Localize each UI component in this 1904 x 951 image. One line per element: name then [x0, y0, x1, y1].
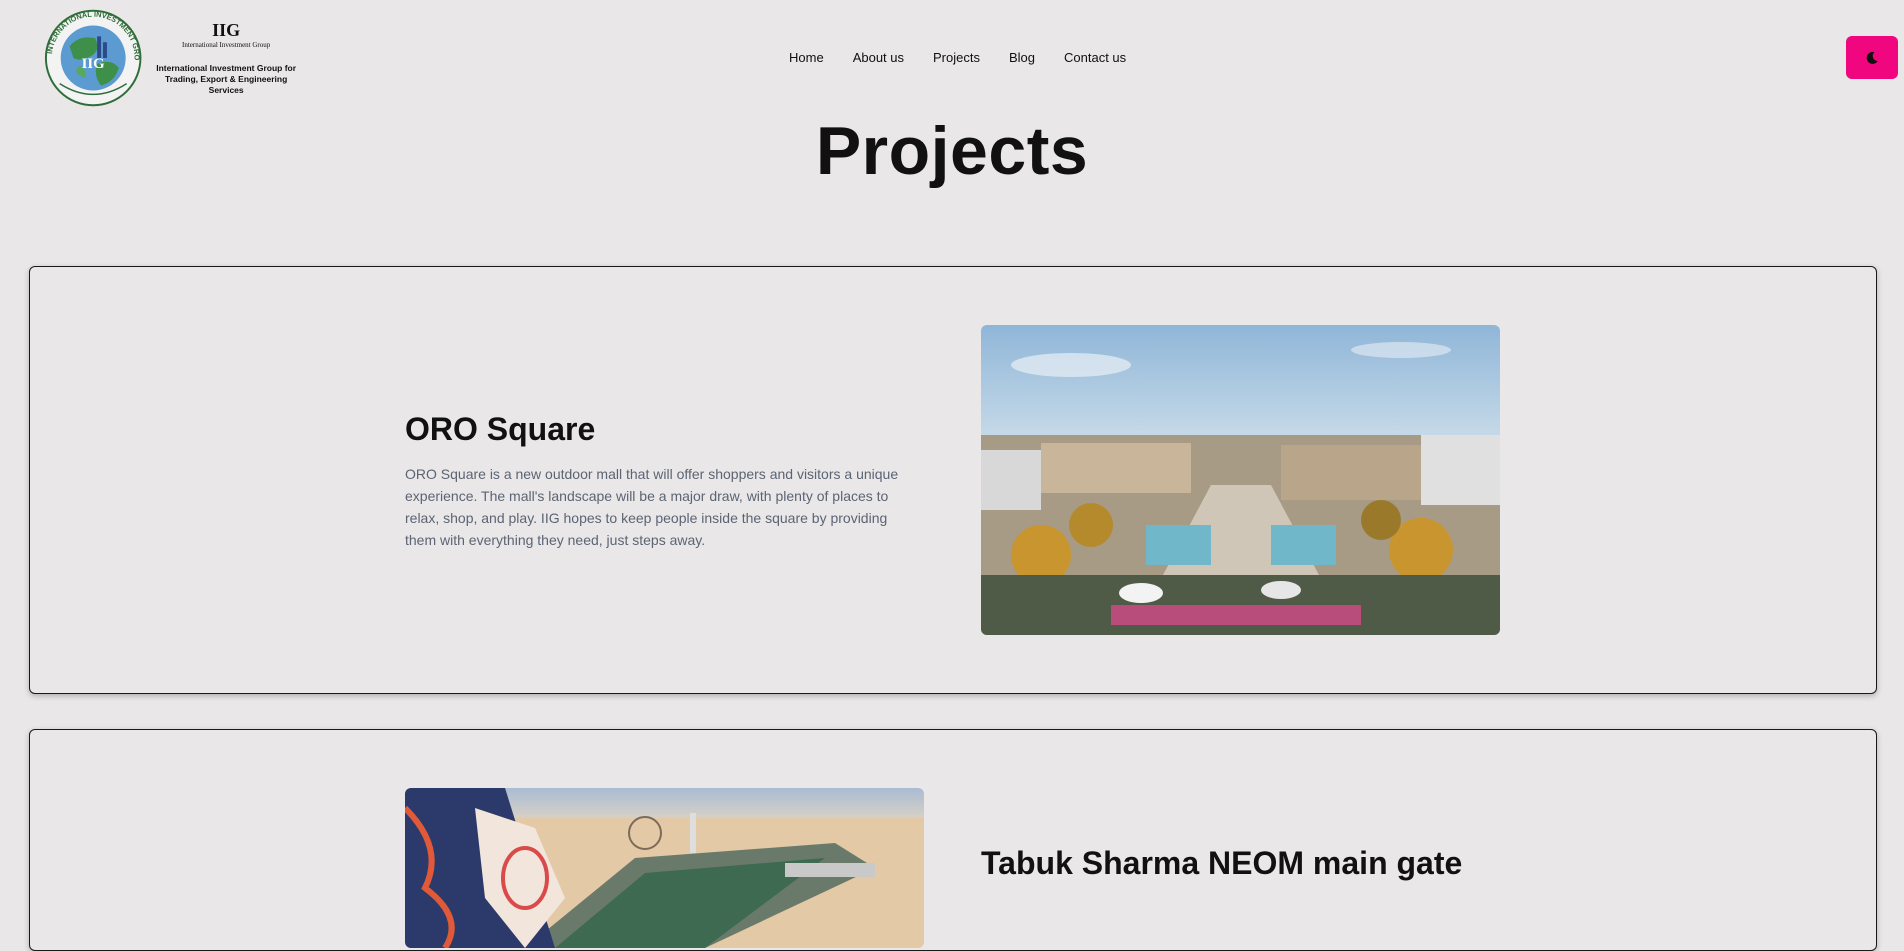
project-title: Tabuk Sharma NEOM main gate [981, 845, 1463, 881]
nav-projects[interactable]: Projects [933, 50, 980, 65]
logo-abbr: IIG [212, 20, 241, 40]
logo-sub: International Investment Group [182, 41, 271, 49]
project-card-tabuk-neom: Tabuk Sharma NEOM main gate [29, 729, 1877, 951]
project-image-tabuk-neom [405, 788, 924, 948]
logo-full-line1: International Investment Group for [156, 63, 297, 73]
page-title: Projects [815, 113, 1089, 189]
nav-about-us[interactable]: About us [853, 50, 904, 65]
logo-full-name: International Investment Group for Tradi… [152, 63, 300, 96]
project-card-oro-square: ORO Square ORO Square is a new outdoor m… [29, 266, 1877, 694]
nav-blog[interactable]: Blog [1009, 50, 1035, 65]
logo-full-line2: Trading, Export & Engineering Services [164, 74, 288, 95]
site-header: IIG INTERNATIONAL INVESTMENT GROUP IIG I… [0, 0, 1904, 118]
nav-home[interactable]: Home [789, 50, 824, 65]
moon-icon [1866, 51, 1878, 64]
project-image-oro-square [981, 325, 1500, 635]
project-title: ORO Square [405, 411, 596, 447]
svg-text:IIG: IIG [82, 56, 105, 72]
company-logo[interactable]: IIG INTERNATIONAL INVESTMENT GROUP IIG I… [40, 6, 300, 110]
logo-text: IIG International Investment Group Inter… [152, 20, 300, 96]
project-description: ORO Square is a new outdoor mall that wi… [405, 466, 899, 548]
main-nav: Home About us Projects Blog Contact us [789, 50, 1155, 65]
theme-toggle-button[interactable] [1846, 36, 1898, 79]
nav-contact-us[interactable]: Contact us [1064, 50, 1126, 65]
logo-seal-icon: IIG INTERNATIONAL INVESTMENT GROUP [40, 6, 142, 107]
